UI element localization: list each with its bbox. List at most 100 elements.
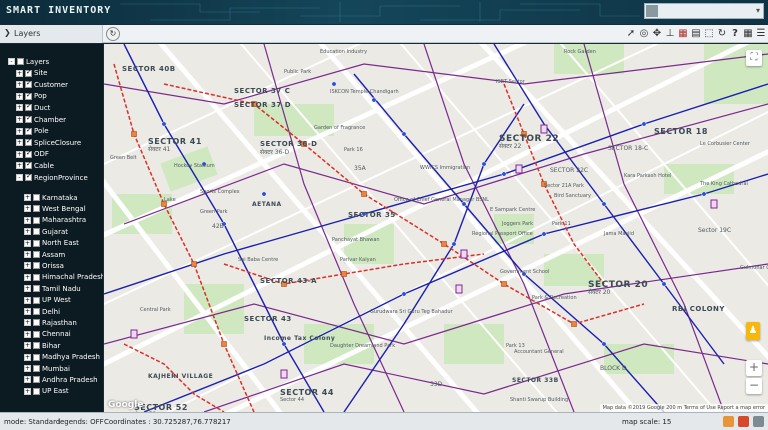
street-view-pegman-icon[interactable]: ♟ bbox=[746, 322, 760, 340]
expand-toggle-icon[interactable]: + bbox=[24, 273, 31, 281]
chamber-node[interactable] bbox=[541, 231, 547, 237]
chamber-node[interactable] bbox=[451, 241, 457, 247]
layer-tree-item[interactable]: - RegionProvince bbox=[16, 172, 88, 183]
layer-tree-item[interactable]: + Himachal Pradesh bbox=[24, 272, 103, 283]
expand-toggle-icon[interactable]: + bbox=[16, 150, 23, 158]
layer-checkbox[interactable] bbox=[25, 68, 32, 77]
layer-checkbox[interactable] bbox=[17, 58, 24, 65]
layer-tree-item[interactable]: + SpliceClosure bbox=[16, 137, 81, 148]
expand-toggle-icon[interactable]: + bbox=[24, 353, 31, 361]
layer-checkbox[interactable] bbox=[33, 194, 40, 201]
expand-toggle-icon[interactable]: + bbox=[24, 365, 31, 372]
print-icon[interactable]: ▤ bbox=[691, 27, 701, 40]
layer-checkbox[interactable] bbox=[33, 308, 40, 315]
expand-toggle-icon[interactable]: + bbox=[16, 69, 23, 77]
expand-toggle-icon[interactable]: + bbox=[24, 205, 31, 213]
layer-tree-item[interactable]: + Gujarat bbox=[24, 226, 68, 237]
layer-checkbox[interactable] bbox=[33, 330, 40, 338]
chamber-node[interactable] bbox=[261, 191, 267, 197]
chamber-node[interactable] bbox=[501, 171, 507, 177]
site-node[interactable] bbox=[130, 329, 138, 339]
layer-checkbox[interactable] bbox=[33, 251, 40, 258]
measure-icon[interactable]: ⊥ bbox=[665, 27, 675, 40]
layer-checkbox[interactable] bbox=[25, 160, 32, 170]
expand-toggle-icon[interactable]: - bbox=[16, 174, 23, 181]
layer-tree-item[interactable]: + ODF bbox=[16, 149, 49, 160]
expand-toggle-icon[interactable]: + bbox=[24, 330, 31, 338]
expand-toggle-icon[interactable]: + bbox=[16, 162, 23, 170]
site-node[interactable] bbox=[460, 249, 468, 259]
layer-checkbox[interactable] bbox=[33, 376, 40, 384]
cable-route[interactable] bbox=[113, 63, 255, 412]
site-node[interactable] bbox=[710, 199, 718, 209]
layer-tree-item[interactable]: + Cable bbox=[16, 160, 54, 171]
chamber-node[interactable] bbox=[601, 201, 607, 207]
layer-checkbox[interactable] bbox=[25, 126, 32, 135]
layer-tree-item[interactable]: + Customer bbox=[16, 79, 68, 90]
expand-toggle-icon[interactable]: + bbox=[24, 387, 31, 395]
layer-checkbox[interactable] bbox=[33, 353, 40, 361]
expand-toggle-icon[interactable]: + bbox=[16, 104, 23, 112]
collapse-icon[interactable]: ❯ bbox=[4, 28, 11, 37]
menu-icon[interactable]: ☰ bbox=[756, 27, 766, 40]
layers-panel-header[interactable]: ❯ Layers bbox=[0, 25, 103, 43]
layer-tree-item[interactable]: + Madhya Pradesh bbox=[24, 352, 100, 363]
chamber-node[interactable] bbox=[641, 121, 647, 127]
legends-toggle[interactable]: legends: OFF bbox=[58, 418, 104, 426]
pole-node[interactable] bbox=[131, 131, 137, 137]
layer-checkbox[interactable] bbox=[33, 262, 40, 270]
target-icon[interactable]: ◎ bbox=[639, 27, 649, 40]
chamber-node[interactable] bbox=[331, 81, 337, 87]
layer-checkbox[interactable] bbox=[25, 91, 32, 100]
layer-tree-item[interactable]: + Karnataka bbox=[24, 192, 78, 203]
chamber-node[interactable] bbox=[601, 341, 607, 347]
help-icon[interactable]: ? bbox=[730, 27, 740, 40]
layer-checkbox[interactable] bbox=[33, 216, 40, 224]
layer-checkbox[interactable] bbox=[33, 342, 40, 350]
zoom-out-button[interactable]: − bbox=[746, 378, 762, 394]
layer-tree-item[interactable]: - Layers bbox=[8, 56, 49, 67]
pole-node[interactable] bbox=[341, 271, 347, 277]
layer-tree-item[interactable]: + Bihar bbox=[24, 340, 60, 351]
chamber-node[interactable] bbox=[401, 131, 407, 137]
warning-icon[interactable] bbox=[738, 416, 749, 427]
layer-tree-item[interactable]: + Tamil Nadu bbox=[24, 283, 81, 294]
chamber-node[interactable] bbox=[371, 97, 377, 103]
site-node[interactable] bbox=[515, 164, 523, 174]
layer-tree-item[interactable]: + UP West bbox=[24, 295, 71, 306]
edit-icon[interactable] bbox=[723, 416, 734, 427]
chamber-node[interactable] bbox=[401, 291, 407, 297]
pan-icon[interactable]: ✥ bbox=[652, 27, 662, 40]
layer-tree-item[interactable]: + Andhra Pradesh bbox=[24, 374, 98, 385]
chamber-node[interactable] bbox=[481, 161, 487, 167]
expand-toggle-icon[interactable]: + bbox=[24, 285, 31, 293]
map-canvas[interactable]: SECTOR 40B SECTOR 41 सेक्टर 41 SECTOR 37 C S… bbox=[104, 44, 768, 412]
site-node[interactable] bbox=[455, 284, 463, 294]
layer-tree-item[interactable]: + Duct bbox=[16, 102, 50, 113]
expand-toggle-icon[interactable]: - bbox=[8, 58, 15, 65]
layer-tree-item[interactable]: + Site bbox=[16, 68, 47, 79]
layer-checkbox[interactable] bbox=[33, 285, 40, 293]
grid-icon[interactable]: ▦ bbox=[743, 27, 753, 40]
pole-node[interactable] bbox=[191, 261, 197, 267]
settings-icon[interactable] bbox=[753, 416, 764, 427]
layer-checkbox[interactable] bbox=[33, 273, 40, 281]
expand-toggle-icon[interactable]: + bbox=[16, 139, 23, 147]
layer-checkbox[interactable] bbox=[33, 296, 40, 304]
layer-tree-item[interactable]: + Mumbai bbox=[24, 363, 70, 374]
pole-node[interactable] bbox=[571, 321, 577, 327]
layer-tree-item[interactable]: + Chennai bbox=[24, 329, 71, 340]
layer-tree-item[interactable]: + Rajasthan bbox=[24, 317, 77, 328]
layer-checkbox[interactable] bbox=[25, 172, 32, 181]
pole-node[interactable] bbox=[441, 241, 447, 247]
expand-toggle-icon[interactable]: + bbox=[24, 251, 31, 258]
expand-toggle-icon[interactable]: + bbox=[24, 194, 31, 201]
chamber-node[interactable] bbox=[281, 341, 287, 347]
pointer-icon[interactable]: ➚ bbox=[626, 27, 636, 40]
expand-toggle-icon[interactable]: + bbox=[16, 116, 23, 123]
layer-tree-item[interactable]: + UP East bbox=[24, 386, 69, 397]
site-node[interactable] bbox=[280, 369, 288, 379]
layer-checkbox[interactable] bbox=[25, 79, 32, 89]
zoom-in-button[interactable]: + bbox=[746, 360, 762, 376]
refresh-icon[interactable]: ↻ bbox=[717, 27, 727, 40]
